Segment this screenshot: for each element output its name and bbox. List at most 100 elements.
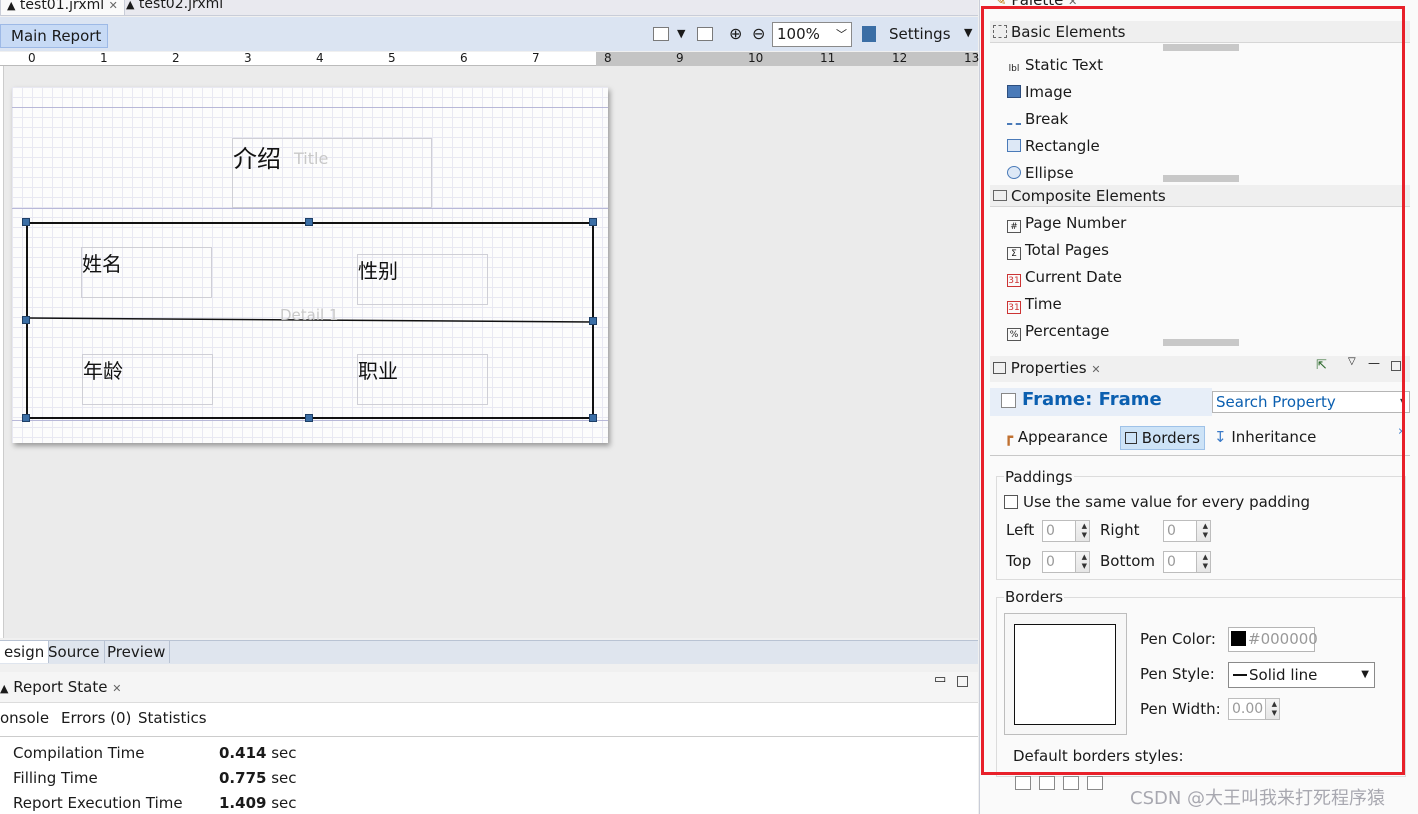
- basic-elements-category[interactable]: Basic Elements: [990, 21, 1410, 43]
- palette-rectangle[interactable]: Rectangle: [1007, 136, 1100, 156]
- tab-test01[interactable]: ▲ test01.jrxml ✕: [0, 0, 125, 15]
- palette-image[interactable]: Image: [1007, 82, 1072, 102]
- break-icon: [1007, 112, 1021, 125]
- spinner-arrows-icon[interactable]: ▲ ▼: [1203, 553, 1208, 571]
- tab-statistics[interactable]: Statistics: [138, 709, 207, 727]
- rectangle-icon: [1007, 139, 1021, 152]
- palette-current-date[interactable]: 31 Current Date: [1007, 267, 1122, 287]
- tab-console[interactable]: onsole: [0, 709, 49, 727]
- palette-static-text[interactable]: lbl Static Text: [1007, 55, 1103, 76]
- close-icon[interactable]: ✕: [109, 0, 118, 12]
- tab-label: esign: [4, 643, 45, 661]
- more-tabs-icon[interactable]: »: [1398, 424, 1406, 439]
- padding-bottom-spinner[interactable]: 0 ▲ ▼: [1163, 551, 1211, 573]
- tab-source[interactable]: Source: [44, 641, 105, 663]
- report-state-tab[interactable]: ▲ Report State ✕: [0, 678, 121, 696]
- properties-tab[interactable]: Properties ✕: [993, 359, 1101, 377]
- palette-ellipse[interactable]: Ellipse: [1007, 163, 1074, 183]
- chevron-down-icon: ▼: [1361, 669, 1369, 680]
- resize-handle-se[interactable]: [589, 414, 597, 422]
- chevron-down-icon[interactable]: ▼: [964, 26, 972, 39]
- search-property-input[interactable]: Search Property ▾: [1212, 391, 1410, 413]
- main-report-button[interactable]: Main Report: [0, 24, 109, 48]
- report-datasource-icon[interactable]: [653, 27, 669, 41]
- pin-icon[interactable]: ⇱: [1316, 358, 1327, 373]
- zoom-in-icon[interactable]: ⊕: [729, 24, 742, 43]
- pen-color-value: #000000: [1248, 630, 1318, 648]
- palette-total-pages[interactable]: Σ Total Pages: [1007, 240, 1109, 260]
- borders-title: Borders: [1004, 588, 1065, 606]
- zoom-select[interactable]: 100% ﹀: [772, 22, 852, 47]
- tab-preview[interactable]: Preview: [103, 641, 171, 663]
- padding-top-spinner[interactable]: 0 ▲ ▼: [1042, 551, 1090, 573]
- maximize-icon[interactable]: [1391, 361, 1401, 371]
- image-icon: [1007, 85, 1021, 98]
- close-icon[interactable]: ✕: [112, 682, 121, 695]
- spinner-arrows-icon[interactable]: ▲ ▼: [1082, 522, 1087, 540]
- pen-style-select[interactable]: Solid line ▼: [1228, 662, 1375, 688]
- field-name[interactable]: 姓名: [81, 247, 212, 298]
- border-style-all-icon[interactable]: [1039, 776, 1055, 790]
- field-job[interactable]: 职业: [357, 354, 488, 405]
- minimize-icon[interactable]: —: [1368, 356, 1380, 370]
- resize-handle-nw[interactable]: [22, 218, 30, 226]
- resize-handle-n[interactable]: [305, 218, 313, 226]
- title-text-field[interactable]: 介绍 Title: [232, 138, 432, 208]
- spinner-arrows-icon[interactable]: ▲ ▼: [1203, 522, 1208, 540]
- border-preview-box[interactable]: [1014, 624, 1116, 725]
- padding-left-label: Left: [1006, 521, 1035, 539]
- sigma-icon: Σ: [1007, 247, 1021, 260]
- tab-design[interactable]: esign: [0, 641, 50, 663]
- settings-button[interactable]: Settings: [889, 25, 951, 43]
- pen-width-spinner[interactable]: 0.00 ▲ ▼: [1228, 698, 1280, 720]
- pen-color-swatch[interactable]: [1231, 631, 1246, 646]
- search-placeholder: Search Property: [1216, 393, 1336, 411]
- tab-appearance[interactable]: ┏ Appearance: [1000, 426, 1112, 450]
- band-layout-icon[interactable]: [697, 27, 713, 41]
- palette-time[interactable]: 31 Time: [1007, 294, 1062, 314]
- tab-errors[interactable]: Errors (0): [61, 709, 131, 727]
- spinner-arrows-icon[interactable]: ▲ ▼: [1272, 700, 1277, 718]
- border-style-none-icon[interactable]: [1015, 776, 1031, 790]
- composite-elements-category[interactable]: Composite Elements: [990, 185, 1410, 207]
- padding-top-label: Top: [1006, 552, 1032, 570]
- maximize-icon[interactable]: [957, 676, 968, 687]
- resize-handle-e[interactable]: [589, 317, 597, 325]
- chevron-down-icon[interactable]: ▼: [677, 27, 685, 40]
- palette-page-number[interactable]: # Page Number: [1007, 213, 1126, 233]
- scroll-up-arrow[interactable]: [1163, 44, 1239, 51]
- spinner-arrows-icon[interactable]: ▲ ▼: [1082, 553, 1087, 571]
- view-menu-icon[interactable]: ▽: [1348, 356, 1356, 367]
- field-gender[interactable]: 性别: [357, 254, 488, 305]
- resize-handle-s[interactable]: [305, 414, 313, 422]
- tab-borders[interactable]: Borders: [1120, 426, 1205, 450]
- border-style-inner-icon[interactable]: [1087, 776, 1103, 790]
- field-age[interactable]: 年龄: [82, 354, 213, 405]
- ruler-tick-label: 7: [532, 51, 540, 65]
- calendar-icon: 31: [1007, 274, 1021, 287]
- close-icon[interactable]: ✕: [1091, 363, 1100, 376]
- scroll-down-arrow[interactable]: [1163, 339, 1239, 346]
- padding-right-spinner[interactable]: 0 ▲ ▼: [1163, 520, 1211, 542]
- palette-percentage[interactable]: % Percentage: [1007, 321, 1109, 341]
- palette-break[interactable]: Break: [1007, 109, 1068, 129]
- resize-handle-sw[interactable]: [22, 414, 30, 422]
- scroll-down-arrow[interactable]: [1163, 175, 1239, 182]
- chevron-down-icon: ﹀: [836, 28, 847, 41]
- tab-test02[interactable]: ▲ test02.jrxml: [120, 0, 229, 15]
- minimize-icon[interactable]: ▭: [934, 672, 946, 687]
- properties-icon: [993, 362, 1006, 374]
- default-borders-label: Default borders styles:: [1013, 747, 1184, 765]
- close-icon[interactable]: ✕: [1068, 0, 1077, 8]
- tab-inheritance[interactable]: ↧ Inheritance: [1210, 426, 1320, 450]
- tab-label: onsole: [0, 709, 50, 727]
- resize-handle-w[interactable]: [22, 316, 30, 324]
- same-padding-checkbox[interactable]: [1004, 495, 1018, 509]
- zoom-out-icon[interactable]: ⊖: [752, 24, 765, 43]
- pen-style-label: Pen Style:: [1140, 665, 1215, 683]
- padding-left-spinner[interactable]: 0 ▲ ▼: [1042, 520, 1090, 542]
- properties-title: Properties: [1010, 359, 1087, 377]
- border-style-outer-icon[interactable]: [1063, 776, 1079, 790]
- ruler-tick-label: 0: [28, 51, 36, 65]
- resize-handle-ne[interactable]: [589, 218, 597, 226]
